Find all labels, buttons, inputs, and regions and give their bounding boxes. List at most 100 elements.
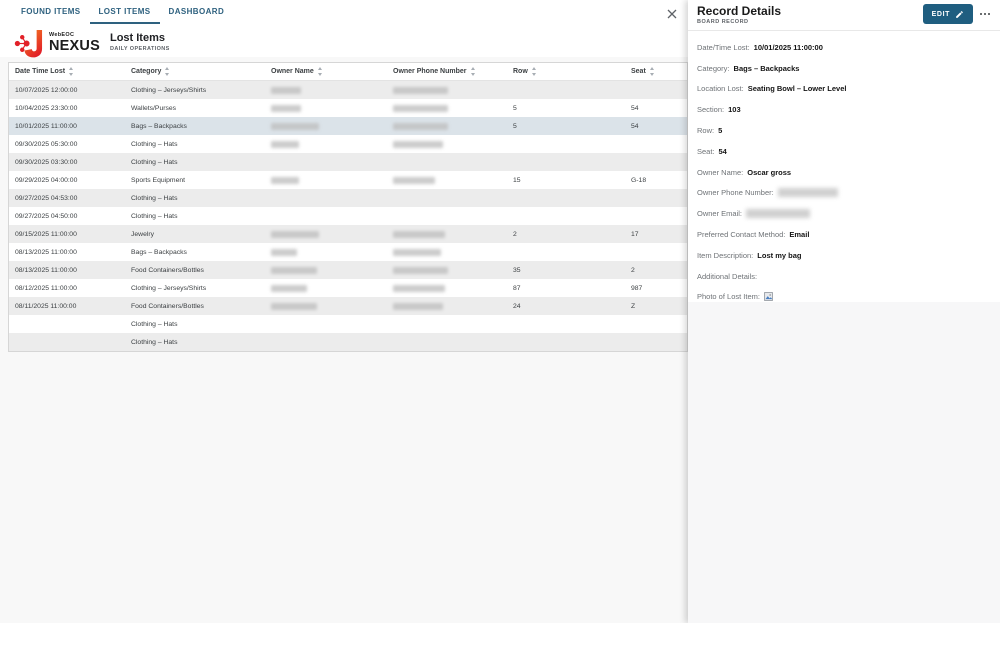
table-cell: Bags – Backpacks: [125, 243, 265, 261]
sort-icon: [649, 67, 656, 76]
table-cell: [387, 279, 507, 297]
table-cell: [265, 171, 387, 189]
table-header: Date Time Lost CategoryOwner NameOwner Ph…: [9, 63, 687, 81]
redacted-text: [393, 105, 448, 112]
table-cell: [9, 333, 125, 351]
board-subtitle: DAILY OPERATIONS: [110, 47, 170, 53]
table-cell: 54: [625, 117, 687, 135]
field-value: 10/01/2025 11:00:00: [754, 43, 823, 52]
detail-field-additional-details: Additional Details:: [697, 266, 1000, 287]
details-fields: Date/Time Lost:10/01/2025 11:00:00Catego…: [688, 31, 1000, 307]
table-row[interactable]: 08/13/2025 11:00:00Food Containers/Bottl…: [9, 261, 687, 279]
table-cell: Wallets/Purses: [125, 99, 265, 117]
redacted-text: [271, 105, 301, 112]
redacted-text: [778, 188, 838, 197]
detail-field-owner-name: Owner Name:Oscar gross: [697, 162, 1000, 183]
details-subtitle: BOARD RECORD: [697, 19, 749, 25]
table-cell: [387, 81, 507, 99]
table-cell: [387, 117, 507, 135]
table-cell: 10/07/2025 12:00:00: [9, 81, 125, 99]
brand-block: WebEOC NEXUS: [49, 33, 100, 54]
table-cell: 08/11/2025 11:00:00: [9, 297, 125, 315]
edit-button[interactable]: EDIT: [923, 4, 973, 24]
tab-lost-items[interactable]: LOST ITEMS: [90, 0, 160, 24]
column-label: Date Time Lost: [15, 68, 65, 75]
table-row[interactable]: 09/30/2025 05:30:00Clothing – Hats: [9, 135, 687, 153]
redacted-text: [271, 303, 317, 310]
page-bottom-strip: [0, 623, 1000, 646]
table-header-row: Date Time Lost CategoryOwner NameOwner Ph…: [9, 63, 687, 81]
field-label: Preferred Contact Method:: [697, 230, 785, 239]
column-header-row[interactable]: Row: [507, 63, 625, 80]
column-header-category[interactable]: Category: [125, 63, 265, 80]
table-cell: [625, 243, 687, 261]
table-row[interactable]: 10/01/2025 11:00:00Bags – Backpacks554: [9, 117, 687, 135]
tab-dashboard[interactable]: DASHBOARD: [160, 0, 234, 24]
detail-field-preferred-contact-method: Preferred Contact Method: Email: [697, 224, 1000, 245]
table-cell: [625, 153, 687, 171]
table-cell: [265, 189, 387, 207]
column-header-seat[interactable]: Seat: [625, 63, 687, 80]
more-options-icon[interactable]: [978, 9, 992, 19]
table-cell: Food Containers/Bottles: [125, 297, 265, 315]
table-cell: [387, 225, 507, 243]
redacted-text: [393, 303, 443, 310]
table-row[interactable]: 09/15/2025 11:00:00Jewelry217: [9, 225, 687, 243]
close-details-icon[interactable]: [664, 6, 680, 22]
details-panel-header: Record Details BOARD RECORD EDIT: [688, 0, 1000, 31]
table-cell: 24: [507, 297, 625, 315]
table-row[interactable]: 08/11/2025 11:00:00Food Containers/Bottl…: [9, 297, 687, 315]
table-cell: [387, 243, 507, 261]
table-cell: 09/27/2025 04:53:00: [9, 189, 125, 207]
table-cell: 5: [507, 117, 625, 135]
table-cell: [387, 261, 507, 279]
table-cell: Clothing – Hats: [125, 189, 265, 207]
table-cell: 08/12/2025 11:00:00: [9, 279, 125, 297]
table-cell: 2: [507, 225, 625, 243]
column-header-owner-name[interactable]: Owner Name: [265, 63, 387, 80]
table-cell: 10/01/2025 11:00:00: [9, 117, 125, 135]
table-cell: 17: [625, 225, 687, 243]
table-row[interactable]: 09/27/2025 04:50:00Clothing – Hats: [9, 207, 687, 225]
table-cell: [387, 207, 507, 225]
table-cell: 2: [625, 261, 687, 279]
table-row[interactable]: 08/12/2025 11:00:00Clothing – Jerseys/Sh…: [9, 279, 687, 297]
table-row[interactable]: 09/27/2025 04:53:00Clothing – Hats: [9, 189, 687, 207]
table-cell: [265, 333, 387, 351]
redacted-text: [271, 177, 299, 184]
field-label: Additional Details:: [697, 272, 757, 281]
table-row[interactable]: 08/13/2025 11:00:00Bags – Backpacks: [9, 243, 687, 261]
table-row[interactable]: Clothing – Hats: [9, 333, 687, 351]
redacted-text: [271, 87, 301, 94]
redacted-text: [271, 141, 299, 148]
table-row[interactable]: 09/29/2025 04:00:00Sports Equipment15G-1…: [9, 171, 687, 189]
column-header-owner-phone-number[interactable]: Owner Phone Number: [387, 63, 507, 80]
table-cell: [265, 81, 387, 99]
table-cell: [387, 153, 507, 171]
tab-found-items[interactable]: FOUND ITEMS: [12, 0, 90, 24]
table-cell: [265, 315, 387, 333]
table-cell: [507, 153, 625, 171]
redacted-text: [393, 285, 445, 292]
field-value: Email: [789, 230, 809, 239]
table-row[interactable]: 10/04/2025 23:30:00Wallets/Purses554: [9, 99, 687, 117]
table-cell: Sports Equipment: [125, 171, 265, 189]
field-value: 103: [728, 105, 741, 114]
table-body: 10/07/2025 12:00:00Clothing – Jerseys/Sh…: [9, 81, 687, 351]
table-cell: [265, 117, 387, 135]
column-header-date-time-lost[interactable]: Date Time Lost: [9, 63, 125, 80]
field-label: Owner Email:: [697, 209, 742, 218]
redacted-text: [271, 231, 319, 238]
table-cell: [265, 99, 387, 117]
edit-button-label: EDIT: [932, 11, 950, 18]
field-value: 54: [719, 147, 727, 156]
table-cell: [387, 315, 507, 333]
table-cell: 09/15/2025 11:00:00: [9, 225, 125, 243]
redacted-text: [393, 87, 448, 94]
table-row[interactable]: 10/07/2025 12:00:00Clothing – Jerseys/Sh…: [9, 81, 687, 99]
board-list-region: FOUND ITEMSLOST ITEMSDASHBOARD: [0, 0, 688, 623]
photo-thumbnail-icon[interactable]: [764, 292, 773, 301]
table-row[interactable]: Clothing – Hats: [9, 315, 687, 333]
table-cell: [625, 207, 687, 225]
table-row[interactable]: 09/30/2025 03:30:00Clothing – Hats: [9, 153, 687, 171]
